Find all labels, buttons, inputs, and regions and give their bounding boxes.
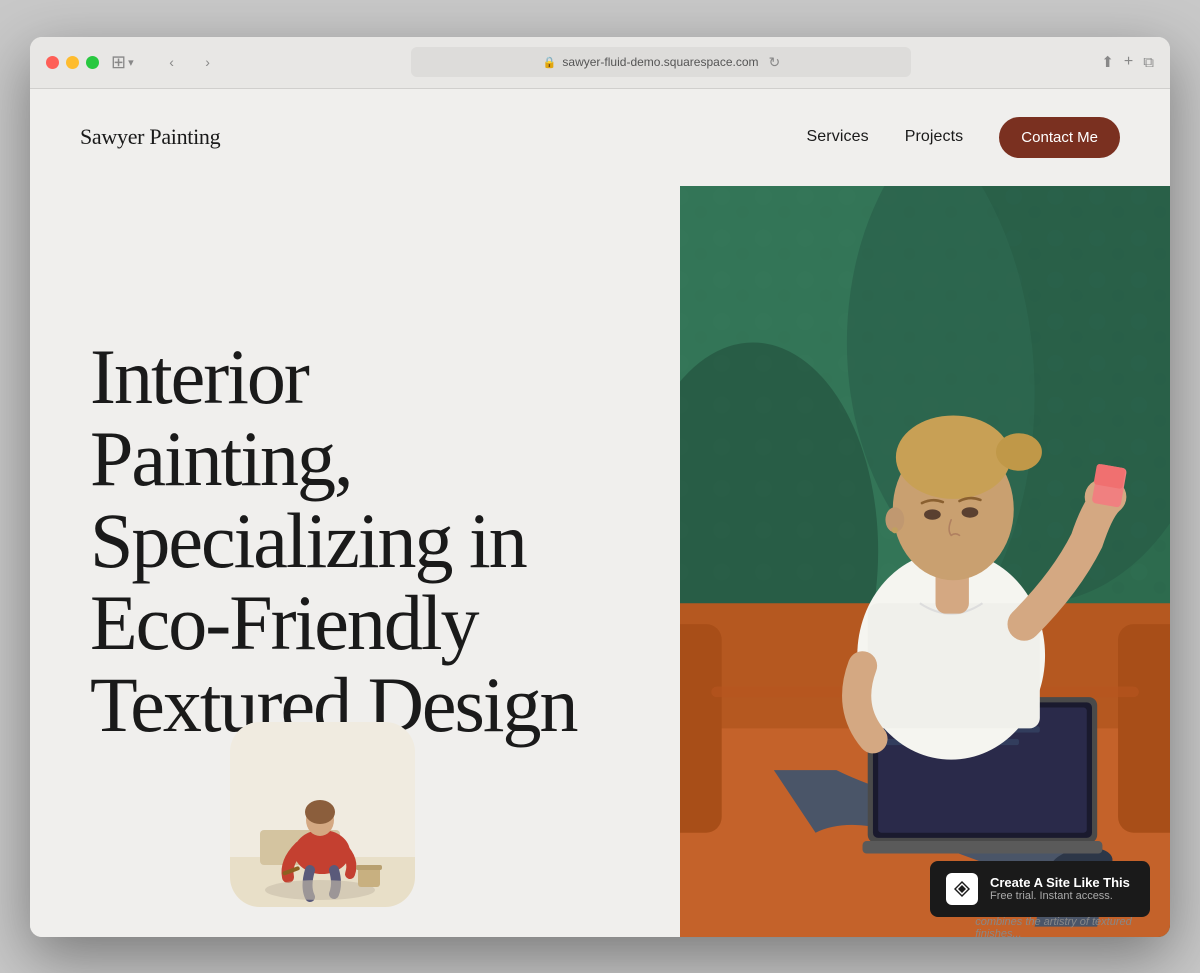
new-tab-icon[interactable]: +	[1124, 53, 1133, 71]
browser-window: ⊞ ▾ ‹ › 🔒 sawyer-fluid-demo.squarespace.…	[30, 37, 1170, 937]
squarespace-cta-title: Create A Site Like This	[990, 875, 1130, 890]
hero-section: Interior Painting, Specializing in Eco-F…	[30, 186, 1170, 937]
hero-left: Interior Painting, Specializing in Eco-F…	[30, 186, 680, 937]
navigation: Sawyer Painting Services Projects Contac…	[30, 89, 1170, 186]
hero-title-line4: Eco-Friendly	[90, 579, 478, 666]
main-hero-svg	[680, 186, 1170, 937]
squarespace-text: Create A Site Like This Free trial. Inst…	[990, 875, 1130, 902]
contact-me-button[interactable]: Contact Me	[999, 117, 1120, 158]
duplicate-icon[interactable]: ⧉	[1143, 54, 1154, 71]
minimize-button[interactable]	[66, 56, 79, 69]
nav-projects[interactable]: Projects	[905, 128, 964, 146]
squarespace-cta-subtitle: Free trial. Instant access.	[990, 890, 1130, 902]
hero-title-line3: Specializing in	[90, 497, 526, 584]
hero-title-line1: Interior	[90, 333, 308, 420]
refresh-icon[interactable]: ↻	[769, 54, 781, 71]
hero-main-image: Create A Site Like This Free trial. Inst…	[680, 186, 1170, 937]
hero-right: Create A Site Like This Free trial. Inst…	[680, 186, 1170, 937]
hero-title: Interior Painting, Specializing in Eco-F…	[90, 336, 630, 745]
nav-services[interactable]: Services	[807, 128, 869, 146]
maximize-button[interactable]	[86, 56, 99, 69]
browser-controls: ‹ ›	[158, 48, 222, 76]
site-logo[interactable]: Sawyer Painting	[80, 124, 220, 150]
sidebar-toggle[interactable]: ⊞ ▾	[111, 52, 134, 73]
back-button[interactable]: ‹	[158, 48, 186, 76]
url-text: sawyer-fluid-demo.squarespace.com	[562, 55, 758, 69]
squarespace-logo-svg	[952, 879, 972, 899]
squarespace-banner[interactable]: Create A Site Like This Free trial. Inst…	[930, 861, 1150, 917]
painter-scene-svg	[230, 722, 415, 907]
share-icon[interactable]: ⬆	[1101, 53, 1114, 71]
browser-actions: ⬆ + ⧉	[1101, 53, 1154, 71]
squarespace-logo	[946, 873, 978, 905]
browser-chrome: ⊞ ▾ ‹ › 🔒 sawyer-fluid-demo.squarespace.…	[30, 37, 1170, 89]
traffic-lights	[46, 56, 99, 69]
small-painter-image	[230, 722, 415, 907]
hero-title-line2: Painting,	[90, 415, 352, 502]
website-content: Sawyer Painting Services Projects Contac…	[30, 89, 1170, 937]
forward-button[interactable]: ›	[194, 48, 222, 76]
lock-icon: 🔒	[543, 56, 557, 69]
address-bar[interactable]: 🔒 sawyer-fluid-demo.squarespace.com ↻	[411, 47, 911, 77]
close-button[interactable]	[46, 56, 59, 69]
nav-links: Services Projects Contact Me	[807, 117, 1120, 158]
